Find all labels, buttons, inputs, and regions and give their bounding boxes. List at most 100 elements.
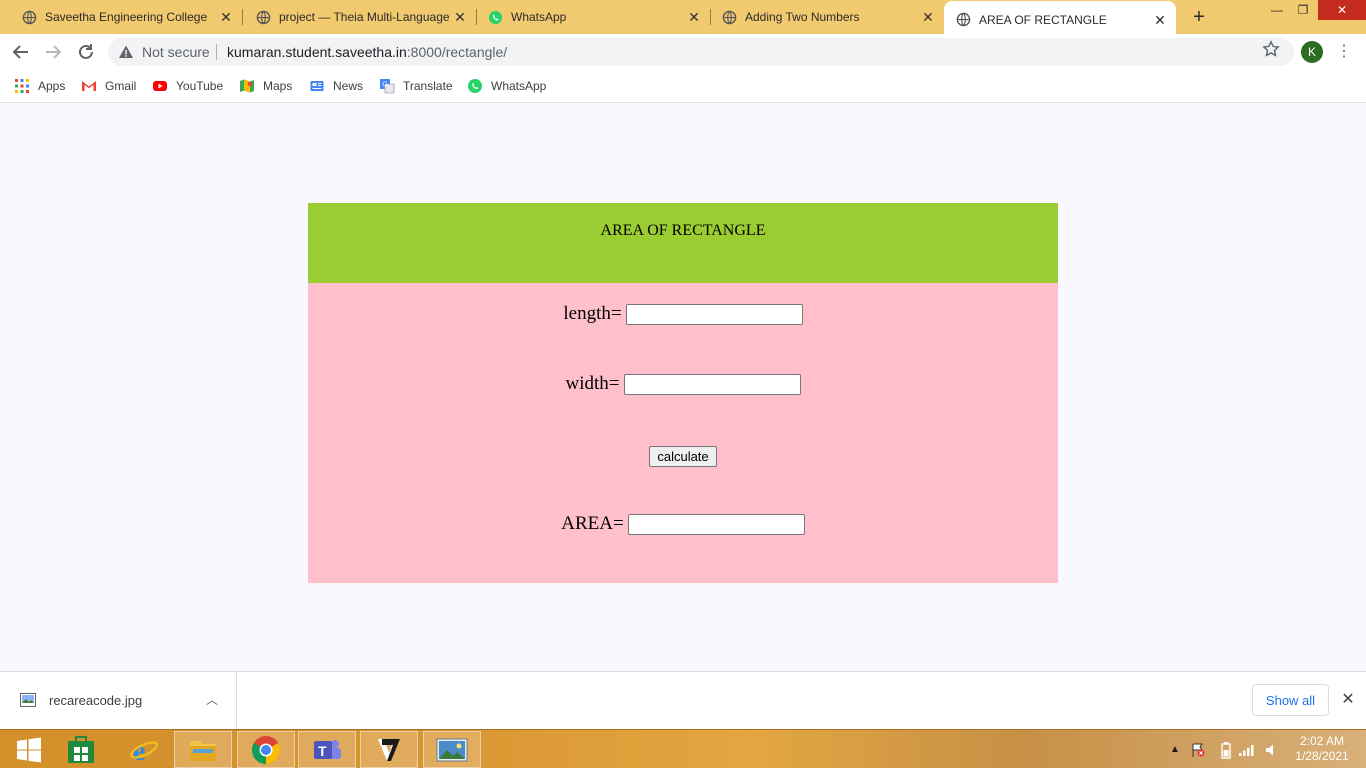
bookmark-whatsapp[interactable]: WhatsApp <box>467 77 546 95</box>
bookmark-apps[interactable]: Apps <box>14 77 65 95</box>
bookmark-gmail[interactable]: Gmail <box>81 77 136 95</box>
restore-icon[interactable]: ❐ <box>1292 0 1314 20</box>
youtube-icon <box>153 81 167 91</box>
speaker-icon <box>1266 744 1273 755</box>
page-header: AREA OF RECTANGLE <box>308 203 1058 283</box>
clock-date: 1/28/2021 <box>1295 749 1349 763</box>
url-path: :8000/rectangle/ <box>406 44 508 60</box>
start-button[interactable] <box>0 731 58 768</box>
tab-adding-two-numbers[interactable]: Adding Two Numbers ✕ <box>700 0 944 34</box>
reload-icon[interactable] <box>75 41 97 63</box>
globe-icon <box>22 10 37 24</box>
rectangle-form: length= width= calculate AREA= <box>308 283 1058 583</box>
globe-icon <box>722 10 737 24</box>
area-output[interactable] <box>627 514 805 536</box>
bookmark-translate[interactable]: G Translate <box>379 77 453 95</box>
bookmark-label: Maps <box>263 79 293 93</box>
page-viewport: AREA OF RECTANGLE length= width= calcula… <box>0 103 1366 671</box>
tray-network[interactable] <box>1238 730 1256 768</box>
download-file-name: recareacode.jpg <box>49 693 143 708</box>
new-tab-button[interactable]: + <box>1188 6 1210 28</box>
start-icon <box>17 737 41 762</box>
taskbar-teams[interactable]: T <box>298 731 356 768</box>
tab-close-icon[interactable]: ✕ <box>218 9 234 25</box>
bookmark-label: YouTube <box>176 79 224 93</box>
tray-security[interactable] <box>1190 730 1206 768</box>
download-shelf: recareacode.jpg ︿ Show all ✕ <box>0 671 1366 729</box>
width-input[interactable] <box>623 374 801 396</box>
whatsapp-icon <box>468 79 482 93</box>
length-row: length= <box>308 303 1058 326</box>
svg-text:T: T <box>318 743 327 759</box>
file-explorer-icon <box>190 740 216 761</box>
tab-strip: Saveetha Engineering College ✕ project —… <box>0 0 1366 38</box>
tray-battery[interactable] <box>1220 730 1232 768</box>
taskbar-vegas[interactable] <box>360 731 418 768</box>
gmail-icon <box>82 81 96 91</box>
chevron-up-icon[interactable]: ︿ <box>205 691 219 709</box>
url-text[interactable]: kumaran.student.saveetha.in:8000/rectang… <box>227 44 507 60</box>
taskbar-photos[interactable] <box>423 731 481 768</box>
tab-title: project — Theia Multi-Language <box>279 10 450 24</box>
tab-title: AREA OF RECTANGLE <box>979 12 1107 27</box>
chrome-icon <box>252 735 280 764</box>
translate-icon: G <box>380 79 395 94</box>
show-all-button[interactable]: Show all <box>1252 684 1329 716</box>
bookmark-news[interactable]: News <box>309 77 363 95</box>
profile-avatar[interactable]: K <box>1301 41 1323 63</box>
bookmarks-bar: Apps Gmail YouTube Maps News G Translate… <box>0 70 1366 103</box>
chevron-up-icon: ▲ <box>1170 744 1180 755</box>
security-label[interactable]: Not secure <box>142 44 210 60</box>
svg-text:G: G <box>382 82 387 89</box>
bookmark-star-icon[interactable] <box>1262 40 1280 58</box>
tab-theia[interactable]: project — Theia Multi-Language ✕ <box>234 0 476 34</box>
bookmark-maps[interactable]: Maps <box>239 77 292 95</box>
tab-title: WhatsApp <box>511 10 567 24</box>
calculate-button[interactable]: calculate <box>649 446 717 467</box>
tab-title: Adding Two Numbers <box>745 10 860 24</box>
show-hidden-icons[interactable]: ▲ <box>1170 730 1180 768</box>
system-clock[interactable]: 2:02 AM 1/28/2021 <box>1292 734 1352 764</box>
vegas-icon <box>378 738 400 761</box>
tab-saveetha[interactable]: Saveetha Engineering College ✕ <box>0 0 242 34</box>
taskbar-internet-explorer[interactable]: e <box>115 731 173 768</box>
tray-volume[interactable] <box>1265 730 1277 768</box>
taskbar-store[interactable] <box>52 731 110 768</box>
taskbar-file-explorer[interactable] <box>174 731 232 768</box>
back-arrow-icon[interactable] <box>10 41 32 63</box>
tab-whatsapp[interactable]: WhatsApp ✕ <box>466 0 710 34</box>
clock-time: 2:02 AM <box>1299 734 1345 748</box>
globe-icon <box>956 12 971 27</box>
tab-close-icon[interactable]: ✕ <box>1152 12 1168 28</box>
bookmark-label: Gmail <box>105 79 137 93</box>
download-item[interactable]: recareacode.jpg ︿ <box>0 672 237 729</box>
bookmark-youtube[interactable]: YouTube <box>152 77 223 95</box>
length-input[interactable] <box>625 304 803 326</box>
globe-icon <box>256 10 271 24</box>
image-file-icon <box>20 693 36 707</box>
area-label: AREA= <box>561 513 624 534</box>
taskbar-chrome[interactable] <box>237 731 295 768</box>
signal-bars-icon <box>1239 744 1254 756</box>
page-title: AREA OF RECTANGLE <box>600 222 766 239</box>
bookmark-label: Translate <box>403 79 453 93</box>
address-bar[interactable]: Not secure kumaran.student.saveetha.in:8… <box>108 38 1294 66</box>
window-close-icon[interactable]: ✕ <box>1318 0 1366 20</box>
address-divider <box>216 44 217 60</box>
apps-grid-icon <box>15 79 29 93</box>
forward-arrow-icon[interactable] <box>42 41 64 63</box>
news-icon <box>310 81 324 91</box>
warning-icon[interactable] <box>118 44 134 60</box>
maps-icon <box>240 79 254 93</box>
ie-icon: e <box>130 736 158 765</box>
whatsapp-icon <box>488 10 503 24</box>
photos-icon <box>436 738 468 761</box>
menu-kebab-icon[interactable]: ⋮ <box>1336 41 1352 63</box>
store-icon <box>68 735 94 763</box>
area-row: AREA= <box>308 513 1058 536</box>
bookmark-label: WhatsApp <box>491 79 547 93</box>
tab-area-of-rectangle[interactable]: AREA OF RECTANGLE ✕ <box>944 1 1176 38</box>
close-shelf-icon[interactable]: ✕ <box>1339 690 1357 710</box>
tab-close-icon[interactable]: ✕ <box>920 9 936 25</box>
minimize-icon[interactable]: — <box>1266 0 1288 20</box>
